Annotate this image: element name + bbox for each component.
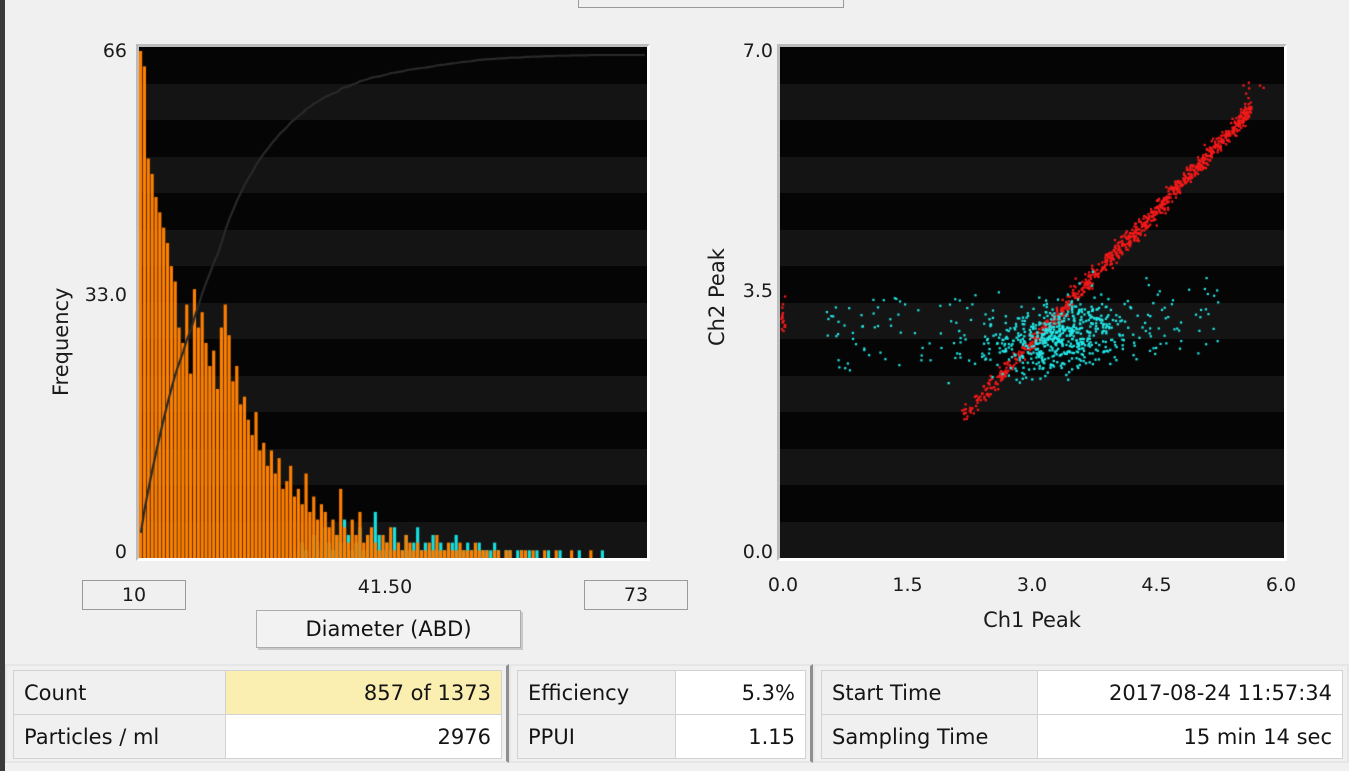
efficiency-panel: Efficiency 5.3% PPUI 1.15 (509, 664, 813, 763)
count-label: Count (13, 670, 226, 715)
sampling-time-value: 15 min 14 sec (1037, 714, 1343, 759)
scatter-y-tick-mid: 3.5 (742, 280, 773, 302)
ppui-value: 1.15 (675, 714, 806, 759)
histogram-x-min-input[interactable]: 10 (82, 580, 186, 610)
table-row: PPUI 1.15 (517, 714, 806, 759)
flowcam-results-window: Frequency 66 33.0 0 10 73 41.50 Diameter… (0, 0, 1349, 771)
table-row: Sampling Time 15 min 14 sec (821, 714, 1343, 759)
scatter-x-tick-2: 3.0 (1016, 574, 1048, 596)
histogram-plot[interactable] (136, 44, 650, 561)
time-panel: Start Time 2017-08-24 11:57:34 Sampling … (813, 664, 1349, 763)
table-row: Count 857 of 1373 (13, 670, 502, 715)
sampling-time-label: Sampling Time (821, 714, 1038, 759)
scatter-x-axis-label: Ch1 Peak (983, 608, 1081, 632)
histogram-y-tick-min: 0 (114, 541, 127, 563)
table-row: Efficiency 5.3% (517, 670, 806, 715)
scatter-plot[interactable] (777, 44, 1287, 561)
ppui-label: PPUI (517, 714, 676, 759)
table-row: Start Time 2017-08-24 11:57:34 (821, 670, 1343, 715)
scatter-x-tick-1: 1.5 (892, 574, 923, 596)
scatter-canvas (780, 47, 1284, 558)
count-panel: Count 857 of 1373 Particles / ml 2976 (5, 664, 509, 763)
efficiency-label: Efficiency (517, 670, 676, 715)
histogram-canvas (139, 47, 647, 558)
histogram-y-tick-max: 66 (102, 40, 127, 62)
scatter-y-tick-max: 7.0 (742, 40, 773, 62)
start-time-value: 2017-08-24 11:57:34 (1037, 670, 1343, 715)
histogram-x-axis-button[interactable]: Diameter (ABD) (256, 610, 521, 648)
efficiency-value: 5.3% (675, 670, 806, 715)
histogram-x-max-input[interactable]: 73 (584, 580, 688, 610)
status-panels: Count 857 of 1373 Particles / ml 2976 Ef… (5, 664, 1349, 771)
start-time-label: Start Time (821, 670, 1038, 715)
scatter-x-tick-3: 4.5 (1141, 574, 1172, 596)
histogram-y-tick-mid: 33.0 (84, 284, 127, 306)
scatter-x-tick-labels: 0.0 1.5 3.0 4.5 6.0 (768, 574, 1296, 598)
top-cutoff-control[interactable] (578, 0, 844, 8)
particles-per-ml-value: 2976 (225, 714, 502, 759)
scatter-x-tick-4: 6.0 (1265, 574, 1297, 596)
count-value: 857 of 1373 (225, 670, 502, 715)
histogram-x-center-tick: 41.50 (357, 576, 413, 598)
charts-area: Frequency 66 33.0 0 10 73 41.50 Diameter… (5, 8, 1349, 648)
table-row: Particles / ml 2976 (13, 714, 502, 759)
particles-per-ml-label: Particles / ml (13, 714, 226, 759)
scatter-x-tick-0: 0.0 (767, 574, 799, 596)
scatter-y-tick-min: 0.0 (742, 541, 773, 563)
